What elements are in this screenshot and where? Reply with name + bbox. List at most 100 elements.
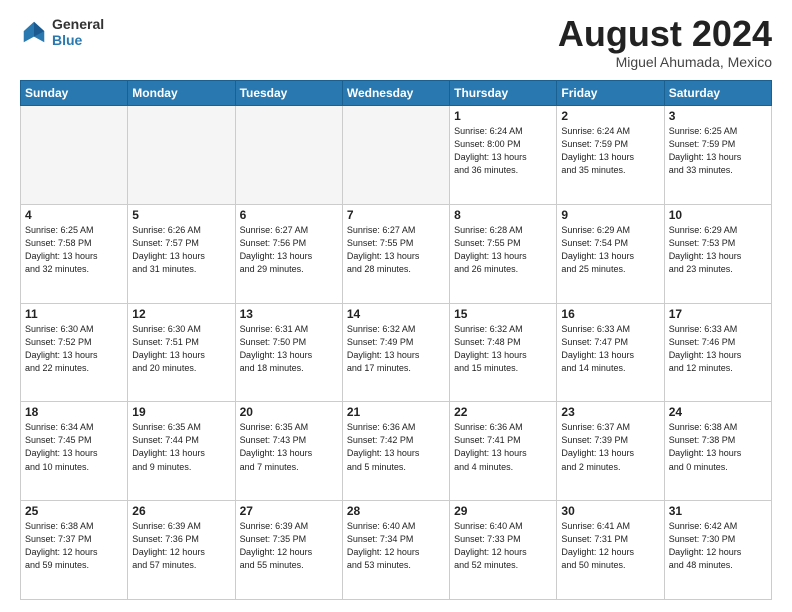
calendar-cell: 22 Sunrise: 6:36 AM Sunset: 7:41 PM Dayli… bbox=[450, 402, 557, 501]
day-info: Sunrise: 6:24 AM Sunset: 8:00 PM Dayligh… bbox=[454, 125, 552, 177]
calendar-cell: 15 Sunrise: 6:32 AM Sunset: 7:48 PM Dayli… bbox=[450, 303, 557, 402]
day-number: 13 bbox=[240, 307, 338, 321]
calendar-cell: 6 Sunrise: 6:27 AM Sunset: 7:56 PM Daylig… bbox=[235, 204, 342, 303]
day-info: Sunrise: 6:32 AM Sunset: 7:49 PM Dayligh… bbox=[347, 323, 445, 375]
day-info: Sunrise: 6:40 AM Sunset: 7:33 PM Dayligh… bbox=[454, 520, 552, 572]
calendar-cell: 16Sunrise: 6:33 AM Sunset: 7:47 PM Dayli… bbox=[557, 303, 664, 402]
day-number: 17 bbox=[669, 307, 767, 321]
day-info: Sunrise: 6:30 AM Sunset: 7:51 PM Dayligh… bbox=[132, 323, 230, 375]
calendar-cell: 17 Sunrise: 6:33 AM Sunset: 7:46 PM Dayli… bbox=[664, 303, 771, 402]
day-number: 30 bbox=[561, 504, 659, 518]
day-number: 5 bbox=[132, 208, 230, 222]
calendar-cell: 1 Sunrise: 6:24 AM Sunset: 8:00 PM Daylig… bbox=[450, 106, 557, 205]
logo-general: General bbox=[52, 16, 104, 32]
day-number: 12 bbox=[132, 307, 230, 321]
day-info: Sunrise: 6:36 AM Sunset: 7:41 PM Dayligh… bbox=[454, 421, 552, 473]
calendar-cell bbox=[21, 106, 128, 205]
calendar-week-row: 25Sunrise: 6:38 AM Sunset: 7:37 PM Dayli… bbox=[21, 501, 772, 600]
calendar-cell: 24 Sunrise: 6:38 AM Sunset: 7:38 PM Dayli… bbox=[664, 402, 771, 501]
day-number: 1 bbox=[454, 109, 552, 123]
day-number: 24 bbox=[669, 405, 767, 419]
calendar-cell: 7 Sunrise: 6:27 AM Sunset: 7:55 PM Daylig… bbox=[342, 204, 449, 303]
day-info: Sunrise: 6:33 AM Sunset: 7:46 PM Dayligh… bbox=[669, 323, 767, 375]
calendar-cell bbox=[342, 106, 449, 205]
location: Miguel Ahumada, Mexico bbox=[558, 54, 772, 70]
header: General Blue August 2024 Miguel Ahumada,… bbox=[20, 16, 772, 70]
day-info: Sunrise: 6:42 AM Sunset: 7:30 PM Dayligh… bbox=[669, 520, 767, 572]
day-info: Sunrise: 6:35 AM Sunset: 7:44 PM Dayligh… bbox=[132, 421, 230, 473]
day-info: Sunrise: 6:40 AM Sunset: 7:34 PM Dayligh… bbox=[347, 520, 445, 572]
day-info: Sunrise: 6:29 AM Sunset: 7:53 PM Dayligh… bbox=[669, 224, 767, 276]
calendar-cell: 26Sunrise: 6:39 AM Sunset: 7:36 PM Dayli… bbox=[128, 501, 235, 600]
day-number: 22 bbox=[454, 405, 552, 419]
day-info: Sunrise: 6:27 AM Sunset: 7:55 PM Dayligh… bbox=[347, 224, 445, 276]
day-info: Sunrise: 6:26 AM Sunset: 7:57 PM Dayligh… bbox=[132, 224, 230, 276]
day-number: 8 bbox=[454, 208, 552, 222]
day-number: 26 bbox=[132, 504, 230, 518]
calendar-cell: 31 Sunrise: 6:42 AM Sunset: 7:30 PM Dayli… bbox=[664, 501, 771, 600]
calendar-cell: 10 Sunrise: 6:29 AM Sunset: 7:53 PM Dayli… bbox=[664, 204, 771, 303]
day-number: 3 bbox=[669, 109, 767, 123]
day-number: 4 bbox=[25, 208, 123, 222]
day-info: Sunrise: 6:30 AM Sunset: 7:52 PM Dayligh… bbox=[25, 323, 123, 375]
day-info: Sunrise: 6:29 AM Sunset: 7:54 PM Dayligh… bbox=[561, 224, 659, 276]
logo-icon bbox=[20, 18, 48, 46]
day-number: 6 bbox=[240, 208, 338, 222]
calendar-cell: 25Sunrise: 6:38 AM Sunset: 7:37 PM Dayli… bbox=[21, 501, 128, 600]
calendar-cell: 19 Sunrise: 6:35 AM Sunset: 7:44 PM Dayli… bbox=[128, 402, 235, 501]
calendar-cell bbox=[235, 106, 342, 205]
page: General Blue August 2024 Miguel Ahumada,… bbox=[0, 0, 792, 612]
calendar-cell: 4 Sunrise: 6:25 AM Sunset: 7:58 PM Daylig… bbox=[21, 204, 128, 303]
day-number: 14 bbox=[347, 307, 445, 321]
weekday-header: Thursday bbox=[450, 81, 557, 106]
calendar-cell: 13Sunrise: 6:31 AM Sunset: 7:50 PM Dayli… bbox=[235, 303, 342, 402]
day-number: 7 bbox=[347, 208, 445, 222]
day-number: 31 bbox=[669, 504, 767, 518]
calendar-week-row: 4 Sunrise: 6:25 AM Sunset: 7:58 PM Daylig… bbox=[21, 204, 772, 303]
calendar-table: SundayMondayTuesdayWednesdayThursdayFrid… bbox=[20, 80, 772, 600]
day-info: Sunrise: 6:33 AM Sunset: 7:47 PM Dayligh… bbox=[561, 323, 659, 375]
day-number: 28 bbox=[347, 504, 445, 518]
calendar-cell: 20 Sunrise: 6:35 AM Sunset: 7:43 PM Dayli… bbox=[235, 402, 342, 501]
day-number: 27 bbox=[240, 504, 338, 518]
day-info: Sunrise: 6:25 AM Sunset: 7:58 PM Dayligh… bbox=[25, 224, 123, 276]
day-info: Sunrise: 6:28 AM Sunset: 7:55 PM Dayligh… bbox=[454, 224, 552, 276]
weekday-header: Tuesday bbox=[235, 81, 342, 106]
day-info: Sunrise: 6:39 AM Sunset: 7:35 PM Dayligh… bbox=[240, 520, 338, 572]
day-number: 9 bbox=[561, 208, 659, 222]
day-number: 20 bbox=[240, 405, 338, 419]
weekday-header: Saturday bbox=[664, 81, 771, 106]
day-number: 23 bbox=[561, 405, 659, 419]
calendar-cell: 2Sunrise: 6:24 AM Sunset: 7:59 PM Daylig… bbox=[557, 106, 664, 205]
calendar-cell: 23Sunrise: 6:37 AM Sunset: 7:39 PM Dayli… bbox=[557, 402, 664, 501]
weekday-header: Sunday bbox=[21, 81, 128, 106]
calendar-cell: 8 Sunrise: 6:28 AM Sunset: 7:55 PM Daylig… bbox=[450, 204, 557, 303]
day-number: 25 bbox=[25, 504, 123, 518]
day-number: 11 bbox=[25, 307, 123, 321]
calendar-cell: 11 Sunrise: 6:30 AM Sunset: 7:52 PM Dayli… bbox=[21, 303, 128, 402]
month-year: August 2024 bbox=[558, 16, 772, 52]
day-info: Sunrise: 6:35 AM Sunset: 7:43 PM Dayligh… bbox=[240, 421, 338, 473]
calendar-cell: 27 Sunrise: 6:39 AM Sunset: 7:35 PM Dayli… bbox=[235, 501, 342, 600]
day-info: Sunrise: 6:41 AM Sunset: 7:31 PM Dayligh… bbox=[561, 520, 659, 572]
day-number: 15 bbox=[454, 307, 552, 321]
day-number: 10 bbox=[669, 208, 767, 222]
calendar-week-row: 18Sunrise: 6:34 AM Sunset: 7:45 PM Dayli… bbox=[21, 402, 772, 501]
weekday-header-row: SundayMondayTuesdayWednesdayThursdayFrid… bbox=[21, 81, 772, 106]
calendar-week-row: 1 Sunrise: 6:24 AM Sunset: 8:00 PM Daylig… bbox=[21, 106, 772, 205]
day-info: Sunrise: 6:27 AM Sunset: 7:56 PM Dayligh… bbox=[240, 224, 338, 276]
day-number: 29 bbox=[454, 504, 552, 518]
calendar-cell: 29 Sunrise: 6:40 AM Sunset: 7:33 PM Dayli… bbox=[450, 501, 557, 600]
weekday-header: Wednesday bbox=[342, 81, 449, 106]
calendar-cell: 18Sunrise: 6:34 AM Sunset: 7:45 PM Dayli… bbox=[21, 402, 128, 501]
day-info: Sunrise: 6:32 AM Sunset: 7:48 PM Dayligh… bbox=[454, 323, 552, 375]
day-number: 19 bbox=[132, 405, 230, 419]
logo-blue: Blue bbox=[52, 32, 104, 48]
calendar-cell: 30 Sunrise: 6:41 AM Sunset: 7:31 PM Dayli… bbox=[557, 501, 664, 600]
day-info: Sunrise: 6:38 AM Sunset: 7:38 PM Dayligh… bbox=[669, 421, 767, 473]
calendar-cell: 12 Sunrise: 6:30 AM Sunset: 7:51 PM Dayli… bbox=[128, 303, 235, 402]
calendar-cell bbox=[128, 106, 235, 205]
day-number: 21 bbox=[347, 405, 445, 419]
calendar-cell: 5 Sunrise: 6:26 AM Sunset: 7:57 PM Daylig… bbox=[128, 204, 235, 303]
day-number: 18 bbox=[25, 405, 123, 419]
